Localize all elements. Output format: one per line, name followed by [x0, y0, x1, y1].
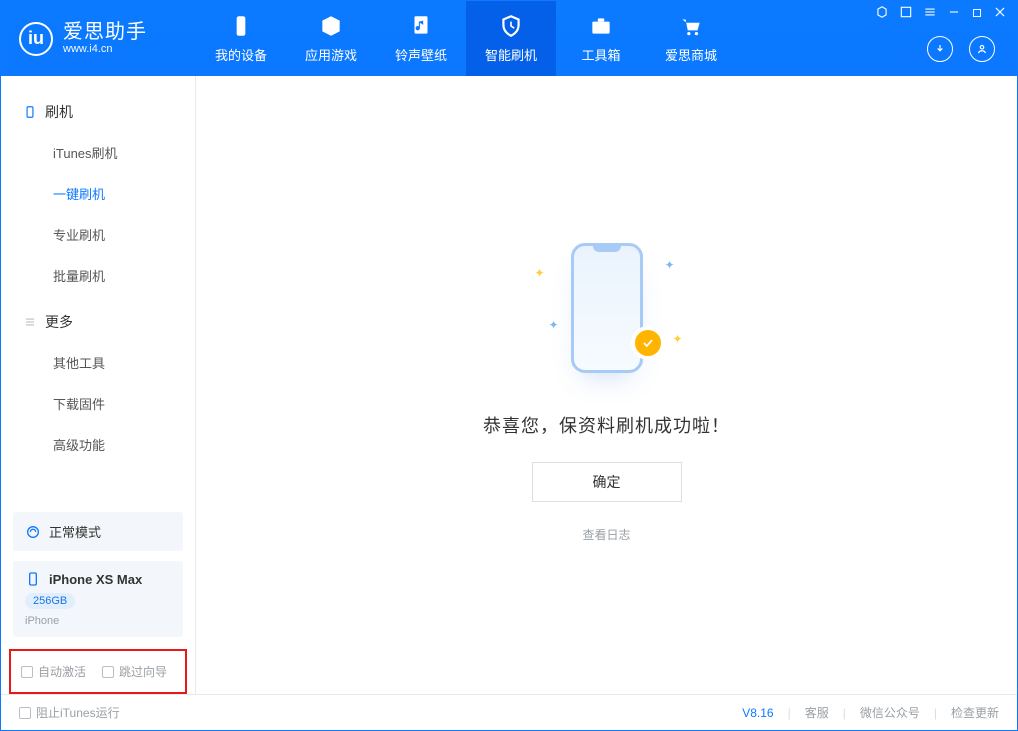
nav-tab-label: 铃声壁纸	[395, 45, 447, 64]
success-message: 恭喜您，保资料刷机成功啦！	[483, 412, 730, 438]
header: iu 爱思助手 www.i4.cn 我的设备 应用游戏 铃声壁纸 智能刷机	[1, 1, 1017, 76]
sidebar-group-more: 更多	[1, 308, 195, 342]
titlebar-icons	[875, 5, 1007, 22]
brand-logo-icon: iu	[19, 22, 53, 56]
brand-name: 爱思助手	[63, 21, 147, 43]
sidebar-group-flash: 刷机	[1, 98, 195, 132]
sidebar-item-itunes[interactable]: iTunes刷机	[1, 132, 195, 173]
device-icon	[25, 571, 41, 587]
sparkle-icon: ✦	[549, 318, 559, 332]
nav-tab-flash[interactable]: 智能刷机	[466, 1, 556, 76]
checkbox-icon	[102, 666, 114, 678]
device-panel[interactable]: iPhone XS Max 256GB iPhone	[13, 561, 183, 637]
check-icon	[641, 336, 655, 350]
nav-tab-label: 应用游戏	[305, 45, 357, 64]
device-capacity: 256GB	[25, 593, 75, 609]
list-icon	[23, 315, 37, 329]
highlighted-checkbox-row: 自动激活 跳过向导	[9, 649, 187, 694]
account-button[interactable]	[969, 36, 995, 62]
sidebar: 刷机 iTunes刷机 一键刷机 专业刷机 批量刷机 更多 其他工具 下载固件 …	[1, 76, 196, 694]
device-name: iPhone XS Max	[49, 572, 142, 587]
maximize-button[interactable]	[971, 6, 983, 22]
cube-icon	[318, 13, 344, 39]
brand-url: www.i4.cn	[63, 43, 147, 55]
ok-button[interactable]: 确定	[532, 462, 682, 502]
footer-link-support[interactable]: 客服	[805, 704, 829, 721]
block-itunes-checkbox[interactable]: 阻止iTunes运行	[19, 704, 120, 721]
sidebar-item-othertools[interactable]: 其他工具	[1, 342, 195, 383]
nav-tab-label: 工具箱	[581, 45, 620, 64]
nav-tab-label: 我的设备	[215, 45, 267, 64]
download-button[interactable]	[927, 36, 953, 62]
toolbox-icon	[588, 13, 614, 39]
sidebar-item-pro[interactable]: 专业刷机	[1, 214, 195, 255]
sparkle-icon: ✦	[535, 266, 545, 280]
view-log-link[interactable]: 查看日志	[582, 526, 630, 543]
sidebar-item-oneclick[interactable]: 一键刷机	[1, 173, 195, 214]
checkbox-label: 跳过向导	[119, 663, 167, 680]
music-icon	[408, 13, 434, 39]
nav-tab-device[interactable]: 我的设备	[196, 1, 286, 76]
sparkle-icon: ✦	[664, 258, 674, 272]
device-icon	[228, 13, 254, 39]
settings-icon[interactable]	[875, 5, 889, 22]
nav-tabs: 我的设备 应用游戏 铃声壁纸 智能刷机 工具箱 爱思商城	[196, 1, 736, 76]
sparkle-icon: ✦	[672, 332, 682, 346]
phone-icon	[571, 243, 643, 373]
cart-icon	[678, 13, 704, 39]
close-button[interactable]	[993, 5, 1007, 22]
device-type: iPhone	[25, 615, 59, 627]
mode-panel[interactable]: 正常模式	[13, 512, 183, 551]
skip-guide-checkbox[interactable]: 跳过向导	[102, 663, 167, 680]
shield-icon	[498, 13, 524, 39]
nav-tab-label: 智能刷机	[485, 45, 537, 64]
version-label: V8.16	[742, 706, 773, 720]
sidebar-group-title: 更多	[45, 312, 73, 332]
sidebar-item-advanced[interactable]: 高级功能	[1, 424, 195, 465]
footer-link-wechat[interactable]: 微信公众号	[860, 704, 920, 721]
mode-icon	[25, 524, 41, 540]
user-icon	[975, 42, 989, 56]
nav-tab-apps[interactable]: 应用游戏	[286, 1, 376, 76]
phone-icon	[23, 105, 37, 119]
download-icon	[933, 42, 947, 56]
brand: iu 爱思助手 www.i4.cn	[1, 1, 196, 76]
success-illustration: ✦ ✦ ✦ ✦	[507, 228, 707, 388]
sidebar-item-firmware[interactable]: 下载固件	[1, 383, 195, 424]
success-badge	[631, 326, 665, 360]
checkbox-label: 阻止iTunes运行	[36, 704, 120, 721]
body: 刷机 iTunes刷机 一键刷机 专业刷机 批量刷机 更多 其他工具 下载固件 …	[1, 76, 1017, 694]
nav-tab-store[interactable]: 爱思商城	[646, 1, 736, 76]
minimize-button[interactable]	[947, 5, 961, 22]
main-content: ✦ ✦ ✦ ✦ 恭喜您，保资料刷机成功啦！ 确定 查看日志	[196, 76, 1017, 694]
nav-tab-label: 爱思商城	[665, 45, 717, 64]
skin-icon[interactable]	[899, 5, 913, 22]
checkbox-label: 自动激活	[38, 663, 86, 680]
nav-tab-toolbox[interactable]: 工具箱	[556, 1, 646, 76]
footer: 阻止iTunes运行 V8.16 | 客服 | 微信公众号 | 检查更新	[1, 694, 1017, 730]
sidebar-item-batch[interactable]: 批量刷机	[1, 255, 195, 296]
footer-link-update[interactable]: 检查更新	[951, 704, 999, 721]
menu-icon[interactable]	[923, 5, 937, 22]
sidebar-group-title: 刷机	[45, 102, 73, 122]
checkbox-icon	[19, 707, 31, 719]
auto-activate-checkbox[interactable]: 自动激活	[21, 663, 86, 680]
checkbox-icon	[21, 666, 33, 678]
mode-label: 正常模式	[49, 522, 101, 541]
nav-tab-ringtones[interactable]: 铃声壁纸	[376, 1, 466, 76]
app-window: iu 爱思助手 www.i4.cn 我的设备 应用游戏 铃声壁纸 智能刷机	[0, 0, 1018, 731]
